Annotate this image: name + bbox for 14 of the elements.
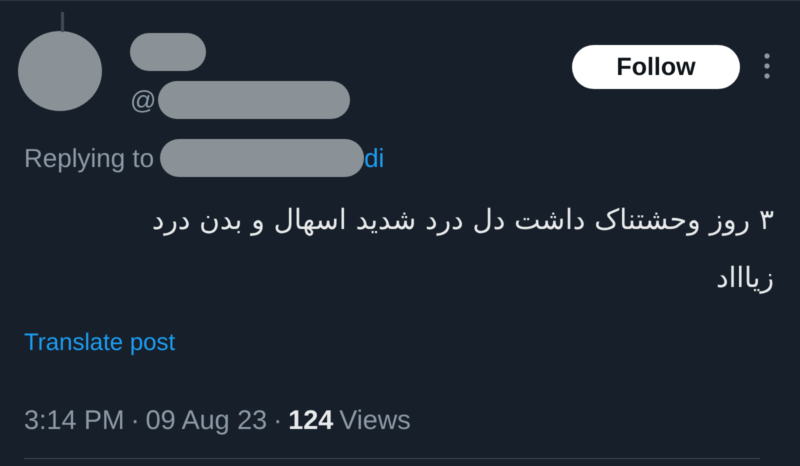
user-handle: @ bbox=[130, 84, 156, 116]
translate-link[interactable]: Translate post bbox=[24, 329, 176, 357]
replying-label: Replying to bbox=[24, 142, 154, 174]
more-icon[interactable] bbox=[764, 53, 770, 79]
separator-dot: · bbox=[130, 405, 140, 436]
views-label: Views bbox=[339, 405, 411, 436]
post-text: زیاااد bbox=[715, 260, 774, 296]
post-time: 3:14 PM bbox=[24, 405, 125, 436]
views-count: 124 bbox=[288, 405, 334, 436]
post-text: ۳ روز وحشتناک داشت دل درد شدید اسهال و بدن درد bbox=[150, 202, 774, 238]
follow-button[interactable]: Follow bbox=[572, 45, 740, 89]
post-date: 09 Aug 23 bbox=[146, 405, 268, 436]
separator-dot: · bbox=[273, 405, 282, 436]
reply-target-link[interactable]: di bbox=[364, 142, 384, 174]
